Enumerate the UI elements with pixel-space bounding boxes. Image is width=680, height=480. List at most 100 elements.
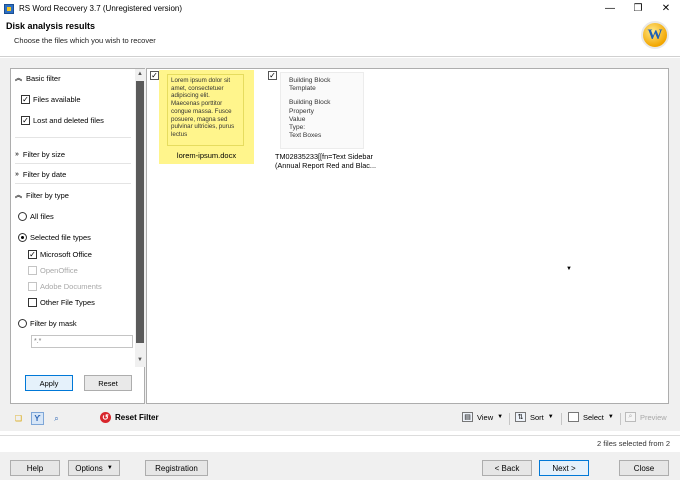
divider — [15, 183, 131, 184]
preview-line: Template — [289, 85, 316, 93]
restore-button[interactable]: ❐ — [624, 0, 652, 17]
filter-by-size-header[interactable]: » Filter by size — [15, 150, 65, 159]
reset-filter-button[interactable]: ↺ Reset Filter — [100, 412, 159, 423]
checkbox-icon — [28, 266, 37, 275]
file-preview-text: Lorem ipsum dolor sit amet, consectetuer… — [171, 77, 235, 138]
basic-filter-label: Basic filter — [26, 73, 61, 83]
scroll-down-icon[interactable]: ▼ — [135, 355, 145, 365]
toolbar-separator — [561, 413, 562, 425]
adobe-documents-checkbox[interactable]: Adobe Documents — [28, 282, 102, 291]
file-thumbnail[interactable]: Building Block Template Building Block P… — [280, 72, 364, 149]
sort-label: Sort — [530, 412, 544, 422]
other-file-types-checkbox[interactable]: Other File Types — [28, 298, 95, 307]
status-text: 2 files selected from 2 — [597, 439, 670, 448]
scroll-thumb[interactable] — [136, 81, 144, 343]
chevron-down-icon: ▼ — [607, 414, 614, 420]
toolbar-separator — [509, 413, 510, 425]
window-controls: — ❐ ✕ — [596, 0, 680, 17]
file-checkbox[interactable]: ✓ — [150, 71, 159, 80]
close-button[interactable]: Close — [619, 460, 669, 476]
selected-file-types-radio[interactable]: Selected file types — [18, 233, 91, 242]
help-button[interactable]: Help — [10, 460, 60, 476]
next-button[interactable]: Next > — [539, 460, 589, 476]
preview-button[interactable]: ⌕ Preview — [625, 412, 667, 422]
checkbox-icon — [28, 282, 37, 291]
close-window-button[interactable]: ✕ — [652, 0, 680, 17]
folder-icon[interactable]: ❑ — [12, 412, 25, 425]
mask-input[interactable]: *.* — [31, 335, 133, 348]
small-down-arrow-icon: ▼ — [566, 266, 572, 272]
chevron-up-icon: ︽ — [15, 192, 22, 199]
view-button[interactable]: ▤ View ▼ — [462, 412, 503, 422]
files-available-label: Files available — [33, 95, 81, 104]
microsoft-office-checkbox[interactable]: ✓ Microsoft Office — [28, 250, 92, 259]
select-checkbox-icon — [568, 412, 579, 422]
preview-line: Building Block — [289, 77, 331, 84]
chevron-down-icon: ▼ — [547, 414, 554, 420]
preview-icon: ⌕ — [625, 412, 636, 422]
basic-filter-header[interactable]: ︽ Basic filter — [15, 73, 61, 83]
adobe-documents-label: Adobe Documents — [40, 282, 102, 291]
file-checkbox[interactable]: ✓ — [268, 71, 277, 80]
sort-icon: ⇅ — [515, 412, 526, 422]
window-title: RS Word Recovery 3.7 (Unregistered versi… — [19, 4, 183, 13]
file-name[interactable]: lorem-ipsum.docx — [159, 151, 254, 160]
preview-line: Type: — [289, 124, 306, 132]
preview-line: Text Boxes — [289, 132, 322, 140]
selected-file-types-label: Selected file types — [30, 233, 91, 242]
file-name[interactable]: TM02835233[[fn=Text Sidebar (Annual Repo… — [275, 152, 385, 170]
filter-by-date-label: Filter by date — [22, 170, 67, 179]
checkbox-icon: ✓ — [28, 249, 37, 259]
filter-icon[interactable]: ϒ — [31, 412, 44, 425]
filter-scrollbar[interactable]: ▲ ▼ — [135, 69, 145, 367]
lost-deleted-checkbox[interactable]: ✓ Lost and deleted files — [21, 116, 104, 125]
app-logo: W — [641, 21, 669, 49]
checkbox-icon: ✓ — [21, 115, 30, 125]
other-file-types-label: Other File Types — [40, 298, 95, 307]
microsoft-office-label: Microsoft Office — [40, 250, 92, 259]
options-button[interactable]: Options ▼ — [68, 460, 120, 476]
filter-by-mask-radio[interactable]: Filter by mask — [18, 319, 77, 328]
reset-button[interactable]: Reset — [84, 375, 132, 391]
filter-panel: ▲ ▼ ︽ Basic filter ✓ Files available ✓ L… — [10, 68, 145, 404]
filter-by-type-label: Filter by type — [26, 190, 69, 200]
radio-icon — [18, 233, 27, 242]
files-available-checkbox[interactable]: ✓ Files available — [21, 95, 81, 104]
reset-filter-label: Reset Filter — [115, 413, 159, 422]
openoffice-label: OpenOffice — [40, 266, 78, 275]
chevron-down-icon: » — [15, 171, 19, 178]
radio-icon — [18, 212, 27, 221]
logo-letter: W — [647, 26, 663, 43]
apply-button[interactable]: Apply — [25, 375, 73, 391]
wizard-header: Disk analysis results Choose the files w… — [0, 17, 680, 57]
preview-line: Value — [289, 115, 306, 123]
registration-button[interactable]: Registration — [145, 460, 208, 476]
openoffice-checkbox[interactable]: OpenOffice — [28, 266, 78, 275]
file-thumbnail[interactable]: Lorem ipsum dolor sit amet, consectetuer… — [167, 74, 244, 146]
filter-by-type-header[interactable]: ︽ Filter by type — [15, 190, 69, 200]
scroll-up-icon[interactable]: ▲ — [135, 69, 145, 79]
page-title: Disk analysis results — [6, 21, 96, 31]
filter-by-mask-label: Filter by mask — [30, 319, 77, 328]
preview-line: Building Block — [289, 99, 331, 107]
reset-filter-icon: ↺ — [100, 412, 111, 423]
search-icon[interactable]: ⌕ — [50, 412, 63, 425]
file-view[interactable]: ✓ Lorem ipsum dolor sit amet, consectetu… — [146, 68, 669, 404]
back-button[interactable]: < Back — [482, 460, 532, 476]
select-button[interactable]: Select ▼ — [568, 412, 614, 422]
filter-by-date-header[interactable]: » Filter by date — [15, 170, 66, 179]
minimize-button[interactable]: — — [596, 0, 624, 17]
page-subtitle: Choose the files which you wish to recov… — [14, 36, 156, 45]
divider — [15, 163, 131, 164]
filter-by-size-label: Filter by size — [22, 150, 65, 159]
all-files-radio[interactable]: All files — [18, 212, 54, 221]
preview-label: Preview — [640, 412, 667, 422]
bottom-button-bar: Help Options ▼ Registration < Back Next … — [0, 452, 680, 480]
title-bar[interactable]: RS Word Recovery 3.7 (Unregistered versi… — [0, 0, 680, 17]
sort-button[interactable]: ⇅ Sort ▼ — [515, 412, 554, 422]
chevron-down-icon: » — [15, 151, 19, 158]
radio-icon — [18, 319, 27, 328]
preview-line: Property — [289, 107, 314, 115]
bottom-toolbar: ❑ ϒ ⌕ ↺ Reset Filter ▤ View ▼ ⇅ Sort ▼ S… — [0, 408, 680, 430]
lost-deleted-label: Lost and deleted files — [33, 116, 104, 125]
